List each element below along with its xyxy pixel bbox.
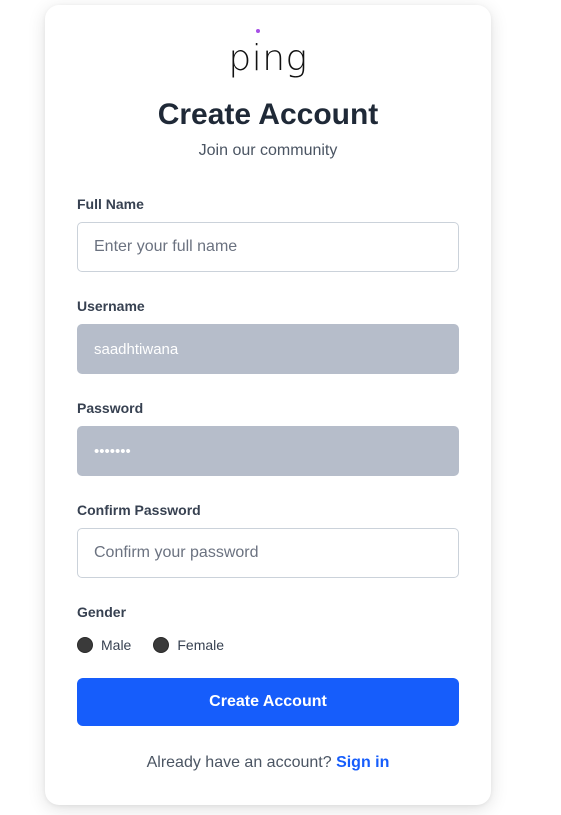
logo-dot-icon: [256, 29, 260, 33]
gender-male-label: Male: [101, 637, 132, 653]
full-name-input[interactable]: [77, 222, 459, 272]
signin-prompt: Already have an account? Sign in: [45, 753, 491, 773]
create-account-button[interactable]: Create Account: [77, 678, 459, 726]
gender-female-label: Female: [177, 637, 225, 653]
logo-text: ping: [228, 38, 308, 79]
page-subtitle: Join our community: [198, 142, 338, 159]
gender-option-male[interactable]: Male: [77, 637, 131, 653]
full-name-label: Full Name: [77, 196, 144, 212]
radio-female[interactable]: [153, 637, 170, 653]
confirm-password-input[interactable]: [77, 528, 459, 578]
gender-label: Gender: [77, 604, 127, 620]
username-label: Username: [77, 298, 145, 314]
signin-link[interactable]: Sign in: [336, 754, 389, 771]
confirm-password-label: Confirm Password: [77, 502, 201, 518]
password-input[interactable]: [77, 426, 459, 476]
logo: ping: [45, 25, 491, 85]
signup-card: ping Create Account Join our community F…: [45, 5, 491, 805]
page-title: Create Account: [157, 98, 379, 131]
password-label: Password: [77, 400, 144, 416]
username-input[interactable]: [77, 324, 459, 374]
gender-radio-group: Male Female: [77, 635, 246, 655]
signin-prompt-text: Already have an account?: [146, 754, 332, 771]
gender-option-female[interactable]: Female: [153, 637, 224, 653]
radio-male[interactable]: [77, 637, 93, 653]
